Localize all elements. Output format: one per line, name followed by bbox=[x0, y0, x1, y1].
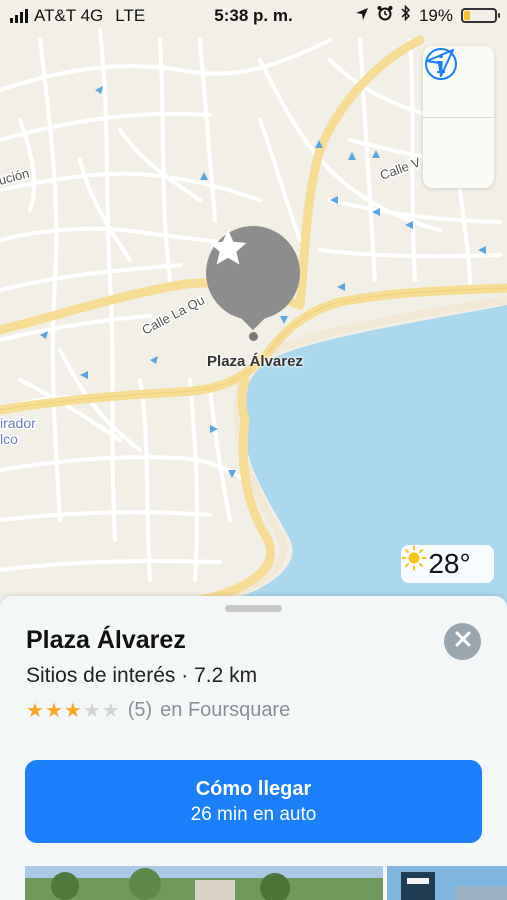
alarm-icon bbox=[377, 5, 393, 26]
battery-icon bbox=[461, 8, 500, 23]
star-filled-icon: ★ bbox=[26, 699, 44, 722]
poi-label: irador bbox=[0, 415, 36, 431]
place-subtitle: Sitios de interés · 7.2 km bbox=[26, 664, 258, 687]
directions-label: Cómo llegar bbox=[195, 778, 312, 800]
rating-source[interactable]: en Foursquare bbox=[160, 699, 290, 722]
star-empty-icon: ★ bbox=[82, 699, 101, 722]
current-location-button[interactable] bbox=[423, 49, 494, 189]
sheet-grabber[interactable] bbox=[225, 605, 282, 612]
status-bar: AT&T 4G LTE 5:38 p. m. 19% bbox=[0, 0, 507, 32]
bluetooth-icon bbox=[401, 4, 411, 26]
map-controls bbox=[423, 46, 494, 188]
rating-row: ★ ★ ★ ★ ★ (5) en Foursquare bbox=[26, 699, 290, 722]
map-view[interactable]: Calle La Qu Calle V ución irador lco Pla… bbox=[0, 0, 507, 620]
photo-thumbnail[interactable] bbox=[25, 866, 383, 900]
star-filled-icon: ★ bbox=[44, 699, 63, 722]
place-title: Plaza Álvarez bbox=[26, 626, 186, 654]
star-empty-icon: ★ bbox=[101, 699, 120, 722]
photo-strip[interactable] bbox=[25, 866, 507, 900]
star-filled-icon: ★ bbox=[63, 699, 82, 722]
battery-percent: 19% bbox=[418, 5, 453, 25]
weather-widget: 28° bbox=[401, 545, 494, 583]
pin-location-dot bbox=[249, 332, 258, 341]
place-card[interactable]: Plaza Álvarez Sitios de interés · 7.2 km… bbox=[0, 596, 507, 900]
close-icon bbox=[455, 631, 471, 652]
poi-label: lco bbox=[0, 431, 18, 447]
location-services-icon bbox=[355, 6, 369, 26]
close-button[interactable] bbox=[444, 623, 481, 660]
directions-button[interactable]: Cómo llegar 26 min en auto bbox=[25, 760, 482, 843]
review-count: (5) bbox=[127, 699, 153, 721]
photo-thumbnail[interactable] bbox=[387, 866, 507, 900]
pin-label: Plaza Álvarez bbox=[207, 353, 303, 370]
directions-detail: 26 min en auto bbox=[190, 804, 317, 825]
temperature: 28° bbox=[428, 548, 471, 579]
rating-stars: ★ ★ ★ ★ ★ bbox=[26, 701, 120, 721]
